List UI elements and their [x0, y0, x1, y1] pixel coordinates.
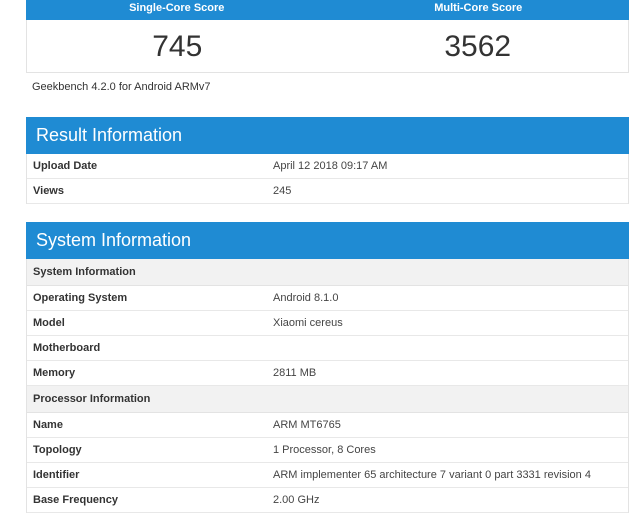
table-row: Upload Date April 12 2018 09:17 AM	[27, 154, 628, 179]
row-value: Android 8.1.0	[273, 292, 339, 304]
geekbench-result-page: Single-Core Score Multi-Core Score 745 3…	[26, 0, 629, 513]
single-core-score: 745	[152, 30, 203, 63]
table-row: Motherboard	[27, 336, 628, 361]
table-row: Base Frequency 2.00 GHz	[27, 488, 628, 513]
row-key: Identifier	[33, 469, 80, 481]
result-table: Upload Date April 12 2018 09:17 AM Views…	[26, 154, 629, 204]
row-value: ARM MT6765	[273, 419, 341, 431]
result-information-panel: Result Information Upload Date April 12 …	[26, 117, 629, 204]
result-information-title: Result Information	[26, 117, 629, 154]
row-key: Model	[33, 317, 65, 329]
table-row: Topology 1 Processor, 8 Cores	[27, 438, 628, 463]
row-key: Name	[33, 419, 63, 431]
row-key: Base Frequency	[33, 494, 118, 506]
benchmark-version: Geekbench 4.2.0 for Android ARMv7	[32, 81, 211, 93]
table-row: Views 245	[27, 179, 628, 204]
score-header: Single-Core Score Multi-Core Score	[26, 0, 629, 20]
score-values: 745 3562	[26, 20, 629, 73]
row-value	[273, 336, 628, 360]
row-value: 1 Processor, 8 Cores	[273, 444, 376, 456]
table-row: Memory 2811 MB	[27, 361, 628, 386]
table-row: Name ARM MT6765	[27, 413, 628, 438]
multi-core-score: 3562	[444, 30, 512, 63]
row-value: 2.00 GHz	[273, 494, 320, 506]
table-row: Model Xiaomi cereus	[27, 311, 628, 336]
row-key: Memory	[33, 367, 76, 379]
row-key: Views	[33, 185, 64, 197]
system-table: System Information Operating System Andr…	[26, 259, 629, 513]
single-core-label: Single-Core Score	[129, 2, 225, 14]
row-key: Operating System	[33, 292, 128, 304]
row-key: Motherboard	[33, 342, 101, 354]
table-row: Operating System Android 8.1.0	[27, 286, 628, 311]
row-value: April 12 2018 09:17 AM	[273, 160, 388, 172]
system-information-panel: System Information System Information Op…	[26, 222, 629, 513]
table-row: Identifier ARM implementer 65 architectu…	[27, 463, 628, 488]
row-key: Topology	[33, 444, 82, 456]
row-value: 245	[273, 185, 292, 197]
row-value: Xiaomi cereus	[273, 317, 343, 329]
row-value: 2811 MB	[273, 367, 317, 379]
row-value: ARM implementer 65 architecture 7 varian…	[273, 469, 591, 481]
multi-core-label: Multi-Core Score	[434, 2, 523, 14]
section-header-system: System Information	[27, 259, 628, 286]
section-header-processor: Processor Information	[27, 386, 628, 413]
system-information-title: System Information	[26, 222, 629, 259]
row-key: Upload Date	[33, 160, 98, 172]
